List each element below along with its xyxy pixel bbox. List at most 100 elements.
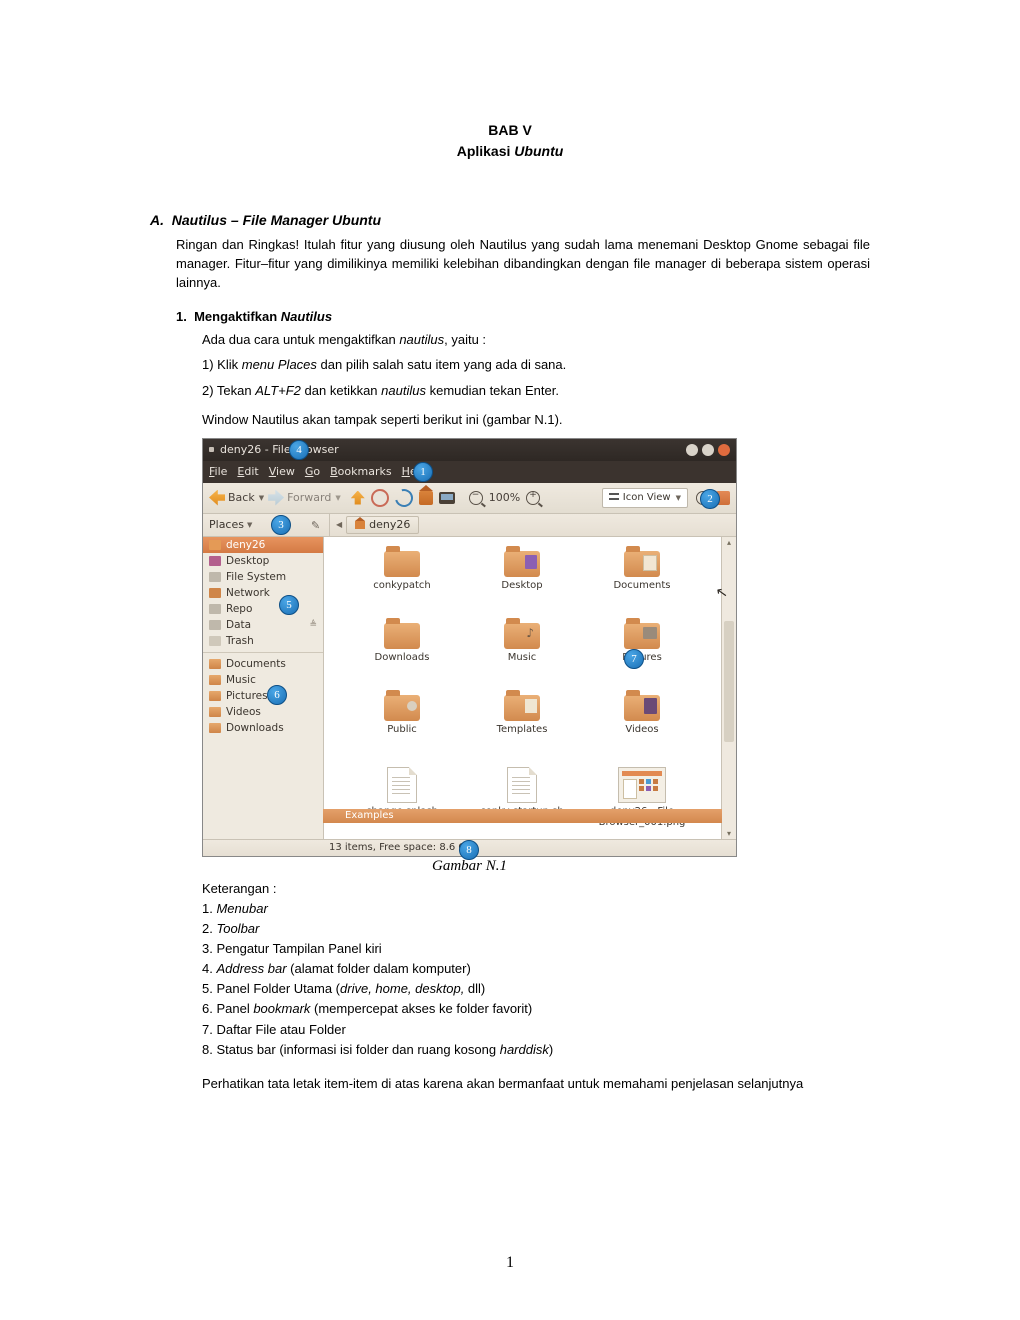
window-titlebar: deny26 - File Browser <box>203 439 736 461</box>
file-icon <box>387 767 417 803</box>
file-grid: conkypatchDesktopDocuments DownloadsMusic… <box>324 537 736 839</box>
file-item[interactable]: Desktop <box>462 551 582 617</box>
menubar: File Edit View Go Bookmarks Help 1 <box>203 461 736 483</box>
home-icon <box>209 540 221 550</box>
eject-icon[interactable]: ≜ <box>309 620 317 630</box>
window-body: deny26DesktopFile SystemNetworkRepoData≜… <box>203 537 736 839</box>
document-page: BAB V Aplikasi Ubuntu A. Nautilus – File… <box>0 0 1020 1320</box>
legend-item: 3. Pengatur Tampilan Panel kiri <box>202 939 870 959</box>
folder-icon <box>209 723 221 733</box>
sidebar-item-network[interactable]: Network <box>203 585 323 601</box>
back-icon <box>209 490 225 506</box>
subsection-1-body: Ada dua cara untuk mengaktifkan nautilus… <box>202 330 870 430</box>
minimize-button[interactable] <box>686 444 698 456</box>
sidebar-bookmark-downloads[interactable]: Downloads <box>203 720 323 736</box>
truncated-row: Examples <box>323 809 722 823</box>
home-button[interactable] <box>419 491 433 505</box>
forward-icon <box>268 490 284 506</box>
folder-icon <box>504 551 540 577</box>
menu-file[interactable]: File <box>209 465 227 478</box>
icon-view-icon <box>609 493 619 503</box>
vertical-scrollbar[interactable]: ▴ ▾ <box>721 537 736 839</box>
callout-6: 6 <box>267 685 287 705</box>
drive-icon <box>209 620 221 630</box>
forward-button[interactable]: Forward▼ <box>268 490 341 506</box>
sidebar-item-desktop[interactable]: Desktop <box>203 553 323 569</box>
sidebar-bookmark-pictures[interactable]: Pictures <box>203 688 323 704</box>
file-item[interactable]: conky-startup.sh <box>462 767 582 833</box>
nautilus-screenshot: deny26 - File Browser File Edit View Go … <box>202 438 737 857</box>
sidebar-item-repo[interactable]: Repo <box>203 601 323 617</box>
file-item[interactable]: Music <box>462 623 582 689</box>
up-button[interactable] <box>351 491 365 505</box>
chapter-subtitle-plain: Aplikasi <box>457 143 511 159</box>
file-item[interactable]: conkypatch <box>342 551 462 617</box>
close-button[interactable] <box>718 444 730 456</box>
trash-icon <box>209 636 221 646</box>
legend-item: 5. Panel Folder Utama (drive, home, desk… <box>202 979 870 999</box>
legend-item: 6. Panel bookmark (mempercepat akses ke … <box>202 999 870 1019</box>
callout-1: 1 <box>413 462 433 482</box>
sidebar-item-deny26[interactable]: deny26 <box>203 537 323 553</box>
folder-icon <box>209 659 221 669</box>
legend-item: 2. Toolbar <box>202 919 870 939</box>
callout-4: 4 <box>289 440 309 460</box>
file-icon <box>507 767 537 803</box>
file-item[interactable]: Templates <box>462 695 582 761</box>
file-item[interactable]: deny26 - File Browser_001.png <box>582 767 702 833</box>
menu-view[interactable]: View <box>269 465 295 478</box>
chapter-title: BAB V Aplikasi Ubuntu <box>150 120 870 162</box>
toolbar: Back▼ Forward▼ 100% Icon View ▼ <box>203 483 736 514</box>
sidebar: deny26DesktopFile SystemNetworkRepoData≜… <box>203 537 324 839</box>
folder-icon <box>209 707 221 717</box>
menu-go[interactable]: Go <box>305 465 320 478</box>
folder-icon <box>504 623 540 649</box>
zoom-in-button[interactable] <box>526 491 540 505</box>
path-scroll-left[interactable]: ◀ <box>336 520 342 529</box>
zoom-out-button[interactable] <box>469 491 483 505</box>
callout-2: 2 <box>700 489 720 509</box>
legend: Keterangan : 1. Menubar2. Toolbar3. Peng… <box>202 879 870 1060</box>
sidebar-bookmark-music[interactable]: Music <box>203 672 323 688</box>
section-a-heading: A. Nautilus – File Manager Ubuntu <box>150 212 870 228</box>
stop-button[interactable] <box>371 489 389 507</box>
sidebar-bookmark-documents[interactable]: Documents <box>203 656 323 672</box>
reload-button[interactable] <box>391 485 416 510</box>
window-menu-icon <box>209 447 214 452</box>
window-title: deny26 - File Browser <box>220 443 339 456</box>
file-item[interactable]: Documents <box>582 551 702 617</box>
sidebar-bookmark-videos[interactable]: Videos <box>203 704 323 720</box>
image-thumbnail-icon <box>618 767 666 803</box>
folder-icon <box>624 623 660 649</box>
page-number: 1 <box>0 1254 1020 1272</box>
folder-icon <box>384 695 420 721</box>
back-button[interactable]: Back▼ <box>209 490 264 506</box>
callout-5: 5 <box>279 595 299 615</box>
home-icon <box>355 521 365 529</box>
chapter-subtitle-italic: Ubuntu <box>514 143 563 159</box>
legend-item: 7. Daftar File atau Folder <box>202 1020 870 1040</box>
menu-edit[interactable]: Edit <box>237 465 258 478</box>
file-item[interactable]: Videos <box>582 695 702 761</box>
figure-caption: Gambar N.1 <box>202 858 737 875</box>
sidebar-item-data[interactable]: Data≜ <box>203 617 323 633</box>
callout-3: 3 <box>271 515 291 535</box>
computer-button[interactable] <box>439 492 455 504</box>
edit-path-icon[interactable] <box>311 519 323 531</box>
zoom-level: 100% <box>489 491 520 504</box>
file-item[interactable]: Public <box>342 695 462 761</box>
folder-icon <box>504 695 540 721</box>
breadcrumb-home[interactable]: deny26 <box>346 516 419 534</box>
sidebar-item-trash[interactable]: Trash <box>203 633 323 649</box>
location-bar: ◀ deny26 4 <box>330 514 736 536</box>
drive-icon <box>209 572 221 582</box>
maximize-button[interactable] <box>702 444 714 456</box>
places-header[interactable]: Places▼ 3 <box>203 514 330 536</box>
file-item[interactable]: change splash <box>342 767 462 833</box>
file-item[interactable]: Downloads <box>342 623 462 689</box>
chapter-number: BAB V <box>488 122 532 138</box>
menu-bookmarks[interactable]: Bookmarks <box>330 465 391 478</box>
net-icon <box>209 588 221 598</box>
sidebar-item-file-system[interactable]: File System <box>203 569 323 585</box>
view-mode-selector[interactable]: Icon View ▼ <box>602 488 688 508</box>
